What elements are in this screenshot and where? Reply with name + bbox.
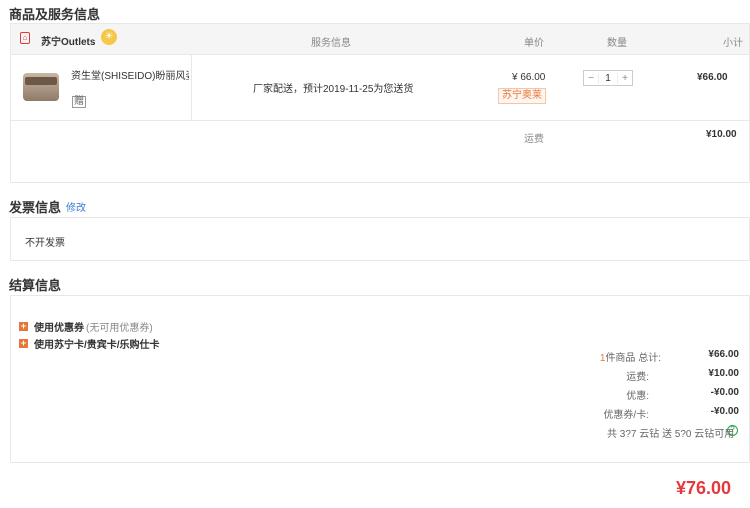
coupon-toggle[interactable]: + 使用优惠券 (无可用优惠券): [19, 319, 153, 334]
expand-plus-icon: +: [19, 338, 28, 348]
points-text: 共 3?7 云钻 送 5?0 云钻可用: [607, 429, 735, 440]
header-subtotal: 小计: [723, 38, 743, 49]
invoice-section-title: 发票信息: [9, 200, 62, 215]
shipping-label: 运费: [524, 134, 544, 145]
promo-tag: 苏宁奥莱: [498, 88, 546, 104]
goods-row: 资生堂(SHISEIDO)盼丽风姿… 赠 厂家配送，预计2019-11-25为您…: [11, 55, 749, 121]
plus-button[interactable]: +: [618, 73, 632, 84]
coupon-card-label: 优惠券/卡:: [603, 410, 649, 421]
goods-table-header: ⌂ 苏宁Outlets ☀ 服务信息 单价 数量 小计: [11, 24, 749, 55]
quantity-input[interactable]: 1: [598, 72, 618, 84]
goods-panel: ⌂ 苏宁Outlets ☀ 服务信息 单价 数量 小计 资生堂(SHISEIDO…: [10, 23, 750, 183]
unit-price: ¥ 66.00: [512, 72, 546, 83]
header-quantity: 数量: [607, 38, 627, 49]
coupon-note: (无可用优惠券): [86, 323, 153, 334]
sun-icon: ☀: [101, 29, 117, 45]
checkout-panel: + 使用优惠券 (无可用优惠券) + 使用苏宁卡/贵宾卡/乐购仕卡 1件商品 总…: [10, 295, 750, 463]
gift-icon: 赠: [72, 96, 86, 108]
points-info-icon[interactable]: ?: [727, 425, 738, 436]
payable-total: ¥76.00: [676, 478, 732, 498]
card-label: 使用苏宁卡/贵宾卡/乐购仕卡: [34, 340, 160, 351]
store-icon: ⌂: [20, 32, 30, 44]
summary-shipping-label: 运费:: [626, 372, 649, 383]
product-cell: 资生堂(SHISEIDO)盼丽风姿… 赠: [11, 55, 192, 120]
product-name[interactable]: 资生堂(SHISEIDO)盼丽风姿…: [71, 67, 189, 82]
shipping-value: ¥10.00: [706, 129, 737, 140]
discount-value: -¥0.00: [710, 387, 739, 398]
discount-label: 优惠:: [626, 391, 649, 402]
invoice-edit-link[interactable]: 修改: [66, 199, 86, 214]
invoice-panel: 不开发票: [10, 217, 750, 261]
coupon-card-value: -¥0.00: [710, 406, 739, 417]
checkout-section-title: 结算信息: [9, 278, 62, 293]
service-info: 厂家配送，预计2019-11-25为您送货: [253, 84, 414, 95]
header-unit-price: 单价: [524, 38, 544, 49]
goods-total-value: ¥66.00: [708, 349, 739, 360]
card-toggle[interactable]: + 使用苏宁卡/贵宾卡/乐购仕卡: [19, 336, 160, 351]
coupon-label: 使用优惠券: [34, 323, 84, 334]
invoice-value: 不开发票: [25, 238, 65, 249]
goods-total-label: 1件商品 总计:: [589, 349, 661, 364]
summary-shipping-value: ¥10.00: [708, 368, 739, 379]
item-subtotal: ¥66.00: [697, 72, 728, 83]
header-service: 服务信息: [311, 38, 351, 49]
minus-button[interactable]: −: [584, 73, 598, 84]
store-name[interactable]: 苏宁Outlets: [41, 33, 95, 48]
goods-section-title: 商品及服务信息: [9, 7, 101, 22]
quantity-stepper: − 1 +: [583, 70, 633, 86]
goods-total-text: 件商品 总计:: [605, 353, 661, 364]
expand-plus-icon: +: [19, 321, 28, 331]
product-image[interactable]: [23, 73, 59, 101]
